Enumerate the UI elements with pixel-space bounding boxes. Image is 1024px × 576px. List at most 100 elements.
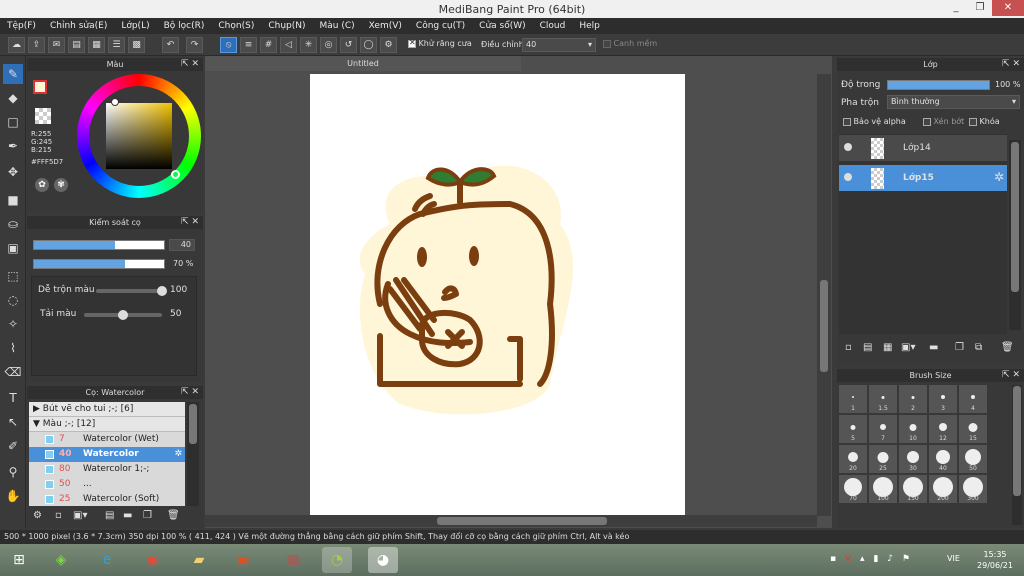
clock[interactable]: 15:35 29/06/21: [975, 549, 1015, 571]
eyedropper-tool-icon[interactable]: ✐: [3, 436, 23, 456]
layer-row[interactable]: Lớp15 ✲: [839, 165, 1007, 192]
blend-slider[interactable]: [96, 286, 167, 296]
restore-button[interactable]: ❐: [968, 0, 992, 16]
list-icon[interactable]: ☰: [108, 37, 125, 53]
delete-layer-icon[interactable]: 🗑: [1001, 342, 1014, 353]
menu-layer[interactable]: Lớp(L): [114, 18, 156, 34]
pen-tool-icon[interactable]: ✒: [3, 136, 23, 156]
sv-picker-handle[interactable]: [111, 98, 119, 106]
brush-size-cell[interactable]: 40: [929, 445, 957, 473]
brush-size-bar[interactable]: [33, 240, 165, 250]
document-tab[interactable]: Untitled: [205, 56, 521, 71]
brush-size-cell[interactable]: 25: [869, 445, 897, 473]
brush-size-cell[interactable]: 10: [899, 415, 927, 443]
brush-list-scrollbar[interactable]: [187, 402, 199, 506]
lock-checkbox[interactable]: [969, 117, 977, 126]
curve-snap-icon[interactable]: ↺: [340, 37, 357, 53]
app-stack-icon[interactable]: ◈: [46, 547, 76, 573]
recorder-app-icon[interactable]: ◔: [322, 547, 352, 573]
layer-blend-dropdown[interactable]: Bình thường ▾: [887, 95, 1020, 109]
hand-tool-icon[interactable]: ✋: [3, 486, 23, 506]
duplicate-brush-icon[interactable]: ❐: [143, 510, 152, 521]
panel-close-icon[interactable]: ⇱ ✕: [1002, 58, 1020, 71]
layer-row[interactable]: Lớp14: [839, 135, 1007, 162]
menu-help[interactable]: Help: [572, 18, 607, 34]
rectangle-tool-icon[interactable]: □: [3, 112, 23, 132]
medibang-app-icon[interactable]: ◕: [368, 547, 398, 573]
menu-snap[interactable]: Chụp(N): [261, 18, 312, 34]
brush-size-value[interactable]: 40: [169, 239, 195, 251]
brush-size-cell[interactable]: 1: [839, 385, 867, 413]
layer-list-scrollbar[interactable]: [1009, 140, 1021, 330]
amount-slider[interactable]: [84, 310, 162, 320]
menu-cloud[interactable]: Cloud: [533, 18, 573, 34]
menu-select[interactable]: Chọn(S): [211, 18, 261, 34]
adjust-dropdown[interactable]: 40 ▾: [522, 38, 596, 52]
new-1bit-layer-icon[interactable]: ▦: [883, 342, 892, 353]
settings-gear-icon[interactable]: ⚙: [380, 37, 397, 53]
tray-network-icon[interactable]: ▮: [873, 554, 878, 564]
panel-close-icon[interactable]: ⇱ ✕: [181, 386, 199, 399]
visibility-icon[interactable]: [844, 143, 852, 151]
palette-add-icon[interactable]: ✾: [54, 178, 68, 192]
undo-icon[interactable]: ↶: [162, 37, 179, 53]
menu-edit[interactable]: Chỉnh sửa(E): [43, 18, 114, 34]
move-tool-icon[interactable]: ✥: [3, 162, 23, 182]
layer-opacity-bar[interactable]: [887, 80, 990, 90]
tray-antivirus-icon[interactable]: V: [845, 554, 851, 564]
internet-explorer-icon[interactable]: e: [92, 547, 122, 573]
share-icon[interactable]: ⇪: [28, 37, 45, 53]
saturation-square[interactable]: [106, 103, 172, 169]
brush-size-cell[interactable]: 7: [869, 415, 897, 443]
text-tool-icon[interactable]: T: [3, 388, 23, 408]
brush-size-cell[interactable]: 100: [869, 475, 897, 503]
brush-group-row[interactable]: ▶ Bút vẽ cho tui ;-; [6]: [29, 402, 185, 417]
palette-icon[interactable]: ✿: [35, 178, 49, 192]
circle-snap-icon[interactable]: ◎: [320, 37, 337, 53]
input-language[interactable]: VIE: [947, 554, 960, 563]
operation-tool-icon[interactable]: ↖: [3, 412, 23, 432]
gradient-tool-icon[interactable]: ▣: [3, 238, 23, 258]
brush-size-cell[interactable]: 150: [899, 475, 927, 503]
grid-icon[interactable]: ▩: [128, 37, 145, 53]
menu-color[interactable]: Màu (C): [313, 18, 362, 34]
brush-size-cell[interactable]: 50: [959, 445, 987, 473]
vertical-scrollbar[interactable]: [817, 74, 831, 516]
vanish-point-icon[interactable]: ◁: [280, 37, 297, 53]
new-brush-icon[interactable]: ▫: [55, 510, 62, 521]
panel-close-icon[interactable]: ⇱ ✕: [1002, 369, 1020, 382]
brush-item[interactable]: 7 Watercolor (Wet): [29, 432, 185, 447]
ellipse-snap-icon[interactable]: ◯: [360, 37, 377, 53]
brush-item[interactable]: 40 Watercolor ✲: [29, 447, 185, 462]
delete-brush-icon[interactable]: 🗑: [167, 510, 180, 521]
visibility-icon[interactable]: [844, 173, 852, 181]
tray-volume-icon[interactable]: ♪: [887, 554, 893, 564]
brush-item[interactable]: 25 Watercolor (Soft): [29, 492, 185, 506]
brush-folder-icon[interactable]: ▬: [123, 510, 132, 521]
brush-size-cell[interactable]: 30: [899, 445, 927, 473]
transparent-color-swatch[interactable]: [35, 108, 51, 124]
blend-slider-knob[interactable]: [157, 286, 167, 296]
amount-slider-knob[interactable]: [118, 310, 128, 320]
office-icon[interactable]: ▣: [228, 547, 258, 573]
fill-rect-tool-icon[interactable]: ■: [3, 190, 23, 210]
new-layer-icon[interactable]: ▫: [845, 342, 852, 353]
hue-wheel[interactable]: [77, 74, 201, 198]
menu-window[interactable]: Cửa sổ(W): [472, 18, 532, 34]
hue-picker-handle[interactable]: [171, 170, 180, 179]
panel-close-icon[interactable]: ⇱ ✕: [181, 58, 199, 71]
add-brush-menu-icon[interactable]: ▣▾: [73, 510, 87, 521]
brush-tool-icon[interactable]: ✎: [3, 64, 23, 84]
document-icon[interactable]: ▦: [88, 37, 105, 53]
comment-icon[interactable]: ✉: [48, 37, 65, 53]
network-app-icon[interactable]: ▦: [278, 547, 308, 573]
magic-wand-tool-icon[interactable]: ✧: [3, 314, 23, 334]
parallel-snap-icon[interactable]: ≡: [240, 37, 257, 53]
duplicate-layer-icon[interactable]: ❐: [955, 342, 964, 353]
windows-start-icon[interactable]: ⊞: [4, 547, 34, 573]
redo-icon[interactable]: ↷: [186, 37, 203, 53]
bucket-tool-icon[interactable]: ⛀: [3, 214, 23, 234]
menu-file[interactable]: Tệp(F): [0, 18, 43, 34]
brush-size-cell[interactable]: 200: [929, 475, 957, 503]
brush-item[interactable]: 80 Watercolor 1;-;: [29, 462, 185, 477]
